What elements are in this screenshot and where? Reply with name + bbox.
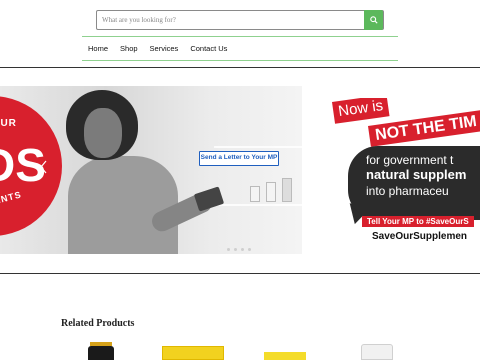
promo-hashtag: SaveOurSupplemen [372, 231, 468, 242]
promo-tell-mp: Tell Your MP to #SaveOurS [362, 216, 474, 227]
product-image [361, 344, 393, 360]
hero-badge-bottom: EMENTS [0, 189, 23, 210]
hero-slider[interactable]: YOUR DS EMENTS [0, 86, 302, 254]
nav-item-home[interactable]: Home [88, 43, 108, 55]
slider-dot[interactable] [248, 248, 251, 251]
promo-banner[interactable]: Now is NOT THE TIM for government t natu… [332, 98, 480, 246]
nav-item-contact-us[interactable]: Contact Us [190, 43, 227, 55]
product-dark-bottle[interactable] [88, 342, 114, 360]
slider-dot[interactable] [227, 248, 230, 251]
hero-person-body [68, 156, 178, 254]
nav-bottom-line [82, 60, 398, 61]
prev-slide-arrow-icon[interactable] [40, 160, 48, 174]
product-image [162, 346, 224, 360]
slider-dot[interactable] [234, 248, 237, 251]
nav-top-line [82, 36, 398, 37]
product-yellow-pack[interactable] [264, 352, 306, 360]
hero-held-product [193, 186, 225, 212]
related-products-title: Related Products [61, 318, 135, 329]
section-divider [0, 273, 480, 274]
shelf-line [214, 204, 302, 206]
shelf-product-image [282, 178, 292, 202]
slider-dots [227, 248, 251, 251]
product-yellow-box[interactable] [162, 346, 224, 360]
product-white-bottle[interactable] [361, 344, 393, 360]
hero-badge: YOUR DS EMENTS [0, 96, 62, 236]
product-image [88, 346, 114, 360]
shelf-product-image [266, 182, 276, 202]
hero-badge-top: YOUR [0, 118, 17, 129]
promo-line-3: into pharmaceu [366, 184, 449, 198]
slider-dot[interactable] [241, 248, 244, 251]
main-nav: Home Shop Services Contact Us [88, 43, 239, 55]
product-image [264, 352, 306, 360]
shelf-product-image [250, 186, 260, 202]
send-letter-button[interactable]: Send a Letter to Your MP [199, 151, 279, 166]
search-input[interactable] [97, 11, 365, 29]
shelf-line [214, 146, 302, 148]
promo-line-2: natural supplem [366, 167, 467, 182]
search-button[interactable] [364, 10, 383, 30]
hero-person-face [84, 108, 122, 158]
promo-line-1: for government t [366, 153, 454, 167]
nav-item-services[interactable]: Services [150, 43, 179, 55]
search-bar [96, 10, 384, 30]
promo-now-is: Now is [332, 98, 390, 124]
search-icon [369, 16, 378, 24]
header-divider [0, 67, 480, 68]
nav-item-shop[interactable]: Shop [120, 43, 138, 55]
